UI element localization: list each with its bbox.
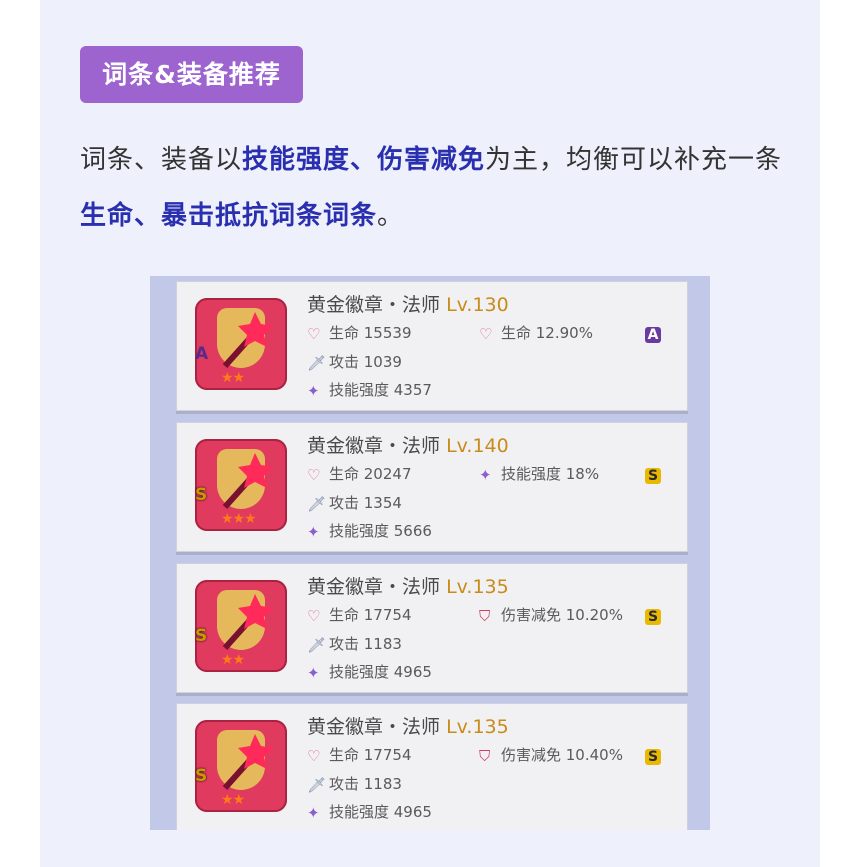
- sword-icon: 🗡: [307, 776, 327, 794]
- heart-icon: ♡: [479, 325, 493, 343]
- item-name: 黄金徽章・法师: [307, 294, 441, 316]
- gold-badge-mage-image: A ★★: [195, 298, 287, 390]
- paragraph-highlight-2: 生命、暴击抵抗词条词条: [80, 201, 378, 231]
- item-level: Lv.130: [446, 294, 509, 316]
- stat-hp: ♡ 生命 15539: [307, 324, 412, 343]
- stat-attack: 🗡 攻击 1039: [307, 353, 402, 372]
- equipment-card[interactable]: A ★★ 黄金徽章・法师 Lv.130 ♡ 生命 15539 🗡 攻击 1039 ✦…: [176, 281, 688, 411]
- wand-icon: ✦: [307, 664, 320, 682]
- item-title: 黄金徽章・法师 Lv.130: [307, 290, 509, 317]
- star-rating: ★★: [221, 652, 245, 668]
- stat-hp: ♡ 生命 17754: [307, 746, 412, 765]
- stat-skill-power: ✦ 技能强度 4357: [307, 381, 432, 400]
- substat: ♡ 生命 12.90%: [479, 324, 593, 343]
- grade-letter: S: [195, 485, 208, 505]
- wand-icon: ✦: [307, 382, 320, 400]
- item-title: 黄金徽章・法师 Lv.135: [307, 712, 509, 739]
- damage-reduction-icon: ⛉: [479, 607, 491, 625]
- star-rating: ★★: [221, 792, 245, 808]
- gold-badge-mage-image: S ★★: [195, 720, 287, 812]
- stat-skill-power: ✦ 技能强度 4965: [307, 663, 432, 682]
- item-level: Lv.140: [446, 435, 509, 457]
- stat-skill-power: ✦ 技能强度 5666: [307, 522, 432, 541]
- grade-letter: A: [195, 344, 209, 364]
- item-name: 黄金徽章・法师: [307, 576, 441, 598]
- star-rating: ★★★: [221, 511, 257, 527]
- paragraph-highlight-1: 技能强度、伤害减免: [242, 145, 486, 175]
- equipment-card[interactable]: S ★★ 黄金徽章・法师 Lv.135 ♡ 生命 17754 🗡 攻击 1183 ✦…: [176, 563, 688, 693]
- item-name: 黄金徽章・法师: [307, 716, 441, 738]
- paragraph-text-3: 。: [377, 201, 405, 231]
- stat-hp: ♡ 生命 17754: [307, 606, 412, 625]
- stat-hp: ♡ 生命 20247: [307, 465, 412, 484]
- substat-grade: A: [645, 327, 661, 343]
- substat: ⛉ 伤害减免 10.20%: [479, 606, 623, 625]
- section-tag: 词条&装备推荐: [80, 46, 303, 103]
- stat-attack: 🗡 攻击 1183: [307, 635, 402, 654]
- stat-skill-power: ✦ 技能强度 4965: [307, 803, 432, 822]
- item-level: Lv.135: [446, 576, 509, 598]
- sword-icon: 🗡: [307, 354, 327, 372]
- sword-icon: 🗡: [307, 495, 327, 513]
- substat-grade: S: [645, 749, 661, 765]
- item-level: Lv.135: [446, 716, 509, 738]
- substat: ✦ 技能强度 18%: [479, 465, 600, 484]
- stat-attack: 🗡 攻击 1183: [307, 775, 402, 794]
- stat-attack: 🗡 攻击 1354: [307, 494, 402, 513]
- heart-icon: ♡: [307, 325, 321, 343]
- item-title: 黄金徽章・法师 Lv.135: [307, 572, 509, 599]
- equipment-card[interactable]: S ★★ 黄金徽章・法师 Lv.135 ♡ 生命 17754 🗡 攻击 1183 ✦…: [176, 703, 688, 830]
- wand-icon: ✦: [307, 523, 320, 541]
- substat: ⛉ 伤害减免 10.40%: [479, 746, 623, 765]
- equipment-card[interactable]: S ★★★ 黄金徽章・法师 Lv.140 ♡ 生命 20247 🗡 攻击 1354 …: [176, 422, 688, 552]
- substat-grade: S: [645, 609, 661, 625]
- gold-badge-mage-image: S ★★★: [195, 439, 287, 531]
- heart-icon: ♡: [307, 466, 321, 484]
- grade-letter: S: [195, 626, 208, 646]
- paragraph-text-1: 词条、装备以: [80, 145, 243, 175]
- sword-icon: 🗡: [307, 636, 327, 654]
- wand-icon: ✦: [479, 466, 492, 484]
- recommendation-paragraph: 词条、装备以技能强度、伤害减免为主，均衡可以补充一条生命、暴击抵抗词条词条。: [80, 132, 800, 244]
- damage-reduction-icon: ⛉: [479, 747, 491, 765]
- star-rating: ★★: [221, 370, 245, 386]
- paragraph-text-2: 为主，均衡可以补充一条: [485, 145, 783, 175]
- heart-icon: ♡: [307, 747, 321, 765]
- equipment-screenshot: A ★★ 黄金徽章・法师 Lv.130 ♡ 生命 15539 🗡 攻击 1039 ✦…: [150, 276, 710, 830]
- substat-grade: S: [645, 468, 661, 484]
- grade-letter: S: [195, 766, 208, 786]
- heart-icon: ♡: [307, 607, 321, 625]
- item-title: 黄金徽章・法师 Lv.140: [307, 431, 509, 458]
- item-name: 黄金徽章・法师: [307, 435, 441, 457]
- gold-badge-mage-image: S ★★: [195, 580, 287, 672]
- wand-icon: ✦: [307, 804, 320, 822]
